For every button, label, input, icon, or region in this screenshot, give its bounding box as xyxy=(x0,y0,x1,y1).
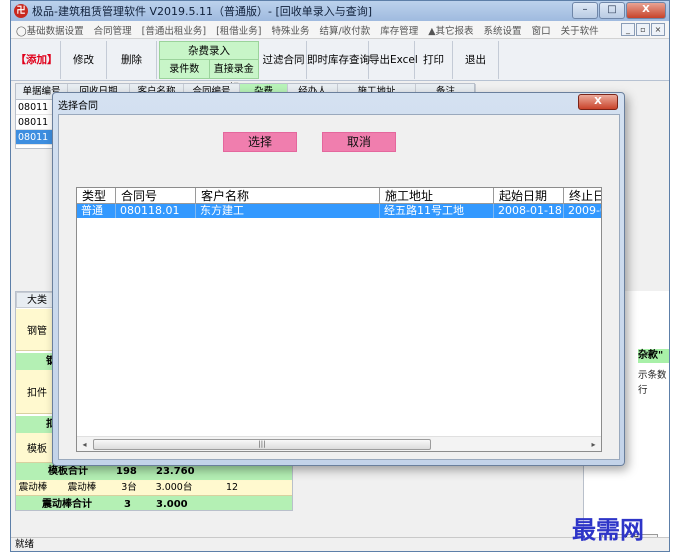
row-hint: 行 xyxy=(638,385,648,396)
record-count-button[interactable]: 录件数 xyxy=(160,60,210,79)
exit-button[interactable]: 退出 xyxy=(453,41,499,79)
edit-button[interactable]: 修改 xyxy=(61,41,107,79)
watermark: 最需网 xyxy=(572,515,644,544)
receipt-no-cell: 08011 xyxy=(18,102,49,113)
select-contract-dialog: 选择合同 X 选择 取消 类型 合同号 客户名称 施工地址 起始日期 终止日 普… xyxy=(52,92,625,466)
maximize-icon[interactable]: □ xyxy=(599,2,625,19)
receipt-no-cell: 08011 xyxy=(18,132,49,143)
misc-fee-group: 杂费录入 录件数 直接录金额 xyxy=(159,41,259,94)
misc-fee-entry-button[interactable]: 杂费录入 xyxy=(160,42,258,60)
vibrator-total-row: 震动棒合计 3 3.000 xyxy=(16,496,292,510)
app-logo-icon: 卍 xyxy=(14,4,28,18)
menu-item-window[interactable]: 窗口 xyxy=(527,23,556,37)
col-type[interactable]: 类型 xyxy=(77,188,115,204)
col-customer-name[interactable]: 客户名称 xyxy=(195,188,379,204)
scroll-left-icon[interactable]: ◂ xyxy=(77,437,92,451)
print-button[interactable]: 打印 xyxy=(415,41,453,79)
receipt-no-cell: 08011 xyxy=(18,117,49,128)
scroll-thumb[interactable]: ||| xyxy=(93,439,431,450)
start-date-cell: 2008-01-18 xyxy=(493,204,563,218)
filter-contract-button[interactable]: 过滤合同 xyxy=(261,41,307,79)
type-cell: 普通 xyxy=(81,204,103,217)
menu-item-settlement[interactable]: 结算/收付款 xyxy=(315,23,376,37)
address-cell: 经五路11号工地 xyxy=(379,204,493,218)
instant-stock-button[interactable]: 即时库存查询 xyxy=(307,41,370,79)
mdi-minimize-icon[interactable]: _ xyxy=(621,23,635,36)
select-button[interactable]: 选择 xyxy=(223,132,297,152)
scroll-right-icon[interactable]: ▸ xyxy=(586,437,601,451)
mdi-controls: _ ▫ × xyxy=(621,23,665,36)
contract-row-selected[interactable]: 普通 080118.01 东方建工 经五路11号工地 2008-01-18 20… xyxy=(77,204,601,218)
menu-item-rental[interactable]: [普通出租业务] xyxy=(137,23,211,37)
menu-bar: ◯基础数据设置 合同管理 [普通出租业务] [租借业务] 特殊业务 结算/收付款… xyxy=(11,21,669,39)
misc-fee-label: 杂款" xyxy=(638,349,669,363)
contract-no-cell: 080118.01 xyxy=(115,204,195,218)
table-row[interactable]: 震动棒 震动棒 3台 3.000台 12 xyxy=(16,480,292,496)
menu-item-inventory[interactable]: 库存管理 xyxy=(375,23,423,37)
title-bar[interactable]: 卍 极品-建筑租赁管理软件 V2019.5.11（普通版）- [回收单录入与查询… xyxy=(11,1,669,21)
customer-cell: 东方建工 xyxy=(195,204,379,218)
window-title: 极品-建筑租赁管理软件 V2019.5.11（普通版）- [回收单录入与查询] xyxy=(32,5,373,18)
mdi-close-icon[interactable]: × xyxy=(651,23,665,36)
row-count-hint: 示条数 xyxy=(638,370,667,381)
total-qty: 3 xyxy=(124,499,131,510)
dialog-body: 选择 取消 类型 合同号 客户名称 施工地址 起始日期 终止日 普通 08011… xyxy=(58,114,620,460)
col-end-date[interactable]: 终止日 xyxy=(563,188,601,204)
menu-item-lease[interactable]: [租借业务] xyxy=(211,23,266,37)
col-contract-no[interactable]: 合同号 xyxy=(115,188,195,204)
menu-item-settings[interactable]: 系统设置 xyxy=(479,23,527,37)
export-excel-button[interactable]: 导出Excel xyxy=(369,41,418,79)
minimize-icon[interactable]: – xyxy=(572,2,598,19)
row-amount: 3.000台 xyxy=(155,482,193,493)
col-site-address[interactable]: 施工地址 xyxy=(379,188,493,204)
menu-item-contracts[interactable]: 合同管理 xyxy=(89,23,137,37)
total-label: 震动棒合计 xyxy=(42,499,92,510)
row-category: 震动棒 xyxy=(18,482,48,493)
status-bar: 就绪 xyxy=(11,537,669,551)
cancel-button[interactable]: 取消 xyxy=(322,132,396,152)
menu-item-special[interactable]: 特殊业务 xyxy=(267,23,315,37)
dialog-close-icon[interactable]: X xyxy=(578,94,618,110)
menu-item-basic-data[interactable]: ◯基础数据设置 xyxy=(11,23,89,37)
total-amount: 3.000 xyxy=(156,499,188,510)
row-days: 12 xyxy=(225,482,239,493)
col-start-date[interactable]: 起始日期 xyxy=(493,188,563,204)
delete-button[interactable]: 删除 xyxy=(107,41,157,79)
menu-item-about[interactable]: 关于软件 xyxy=(556,23,604,37)
contract-list-header: 类型 合同号 客户名称 施工地址 起始日期 终止日 xyxy=(77,188,601,204)
direct-amount-button[interactable]: 直接录金额 xyxy=(210,60,259,94)
window-controls: – □ X xyxy=(572,2,666,19)
contract-list: 类型 合同号 客户名称 施工地址 起始日期 终止日 普通 080118.01 东… xyxy=(76,187,602,452)
dialog-title: 选择合同 xyxy=(58,101,98,112)
end-date-cell: 2009-0 xyxy=(563,204,601,218)
row-name: 震动棒 xyxy=(67,482,97,493)
status-text: 就绪 xyxy=(15,539,35,550)
menu-item-reports[interactable]: ▲其它报表 xyxy=(423,23,478,37)
add-button[interactable]: 【添加】 xyxy=(13,41,61,79)
row-qty: 3台 xyxy=(121,482,137,493)
mdi-restore-icon[interactable]: ▫ xyxy=(636,23,650,36)
toolbar: 【添加】 修改 删除 杂费录入 录件数 直接录金额 过滤合同 即时库存查询 导出… xyxy=(11,39,669,94)
close-icon[interactable]: X xyxy=(626,2,666,19)
horizontal-scrollbar[interactable]: ◂ ||| ▸ xyxy=(77,436,601,451)
